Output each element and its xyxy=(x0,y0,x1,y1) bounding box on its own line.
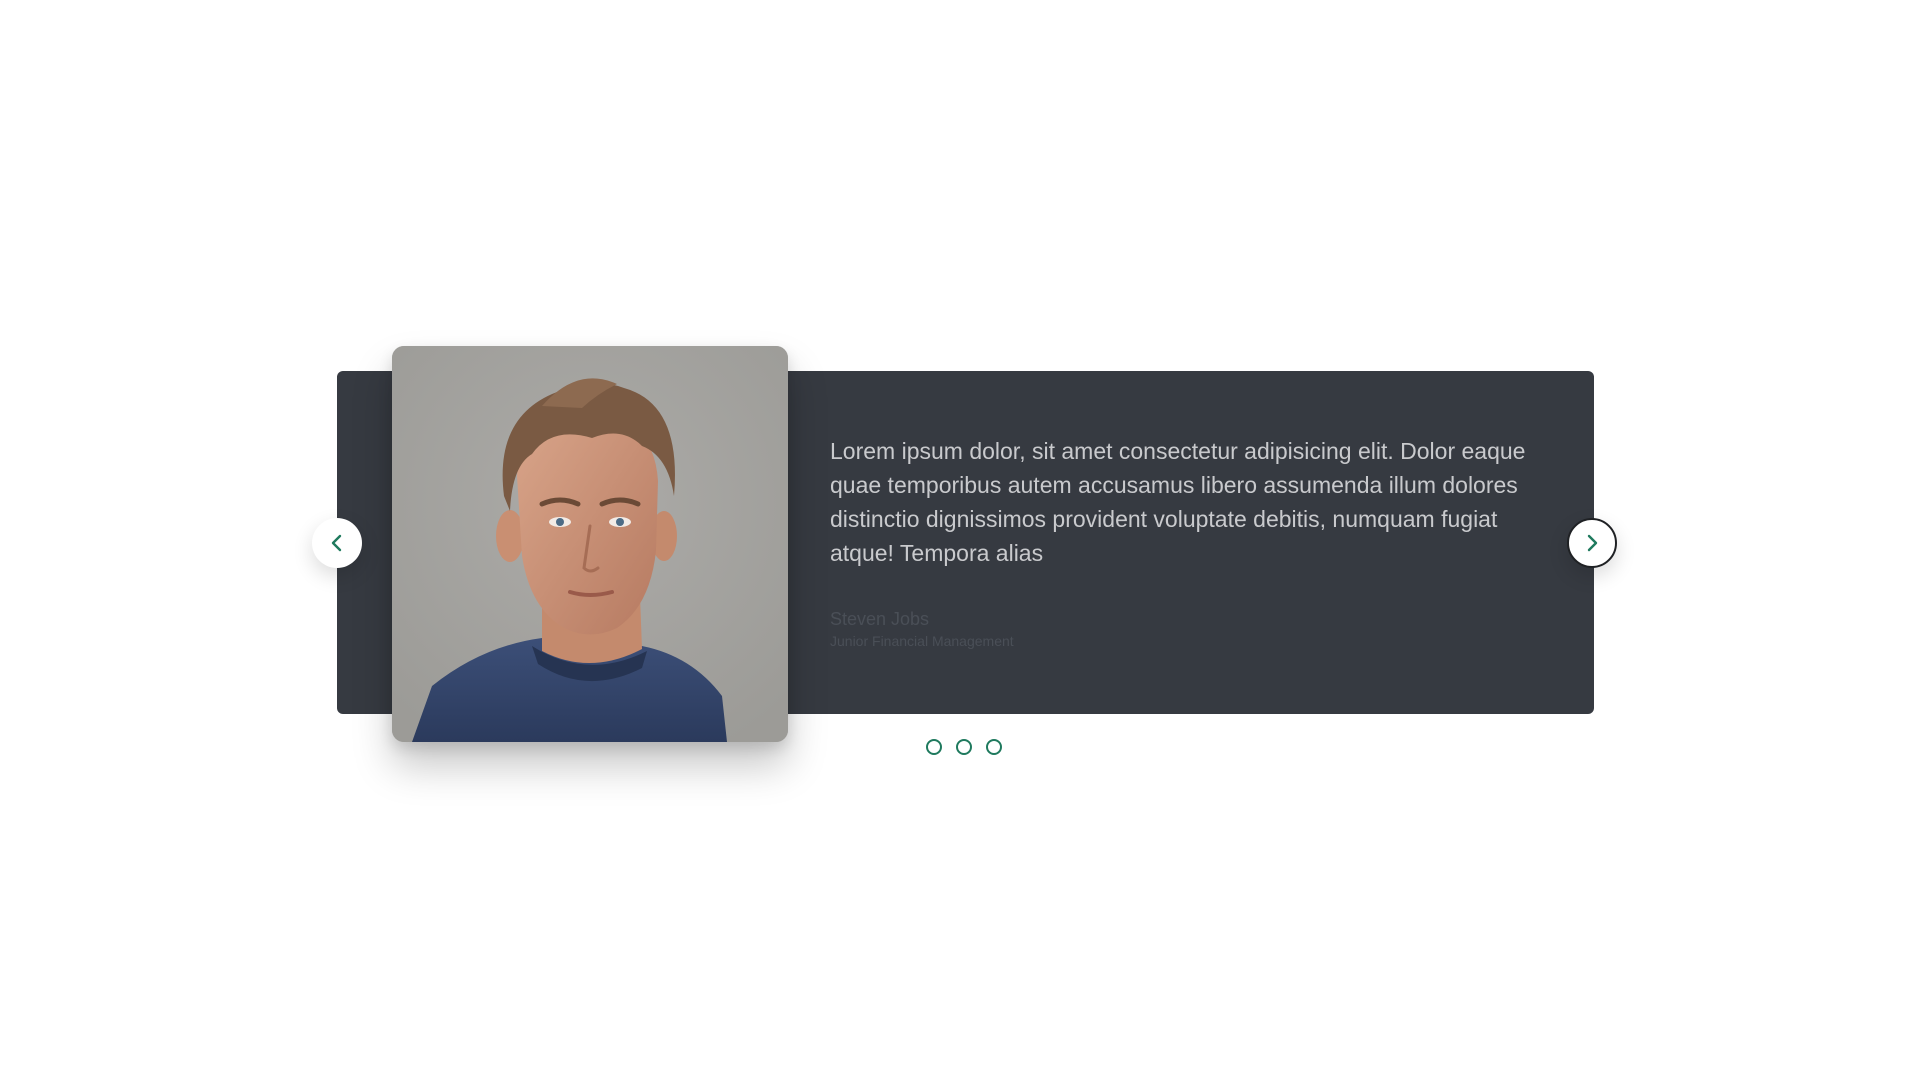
pagination-dot-1[interactable] xyxy=(926,739,942,755)
chevron-right-icon xyxy=(1587,534,1598,552)
author-photo xyxy=(392,346,788,742)
author-name: Steven Jobs xyxy=(830,609,930,629)
testimonial-quote: Lorem ipsum dolor, sit amet consectetur … xyxy=(830,438,1526,566)
pagination-dot-2[interactable] xyxy=(956,739,972,755)
testimonial-slider: Lorem ipsum dolor, sit amet consectetur … xyxy=(0,0,1920,1080)
portrait-image xyxy=(392,346,788,742)
previous-slide-button[interactable] xyxy=(312,518,362,568)
pagination-dots xyxy=(926,739,1002,755)
next-slide-button[interactable] xyxy=(1567,518,1617,568)
chevron-left-icon xyxy=(331,534,342,552)
author-role: Junior Financial Management xyxy=(830,633,1014,649)
pagination-dot-3[interactable] xyxy=(986,739,1002,755)
